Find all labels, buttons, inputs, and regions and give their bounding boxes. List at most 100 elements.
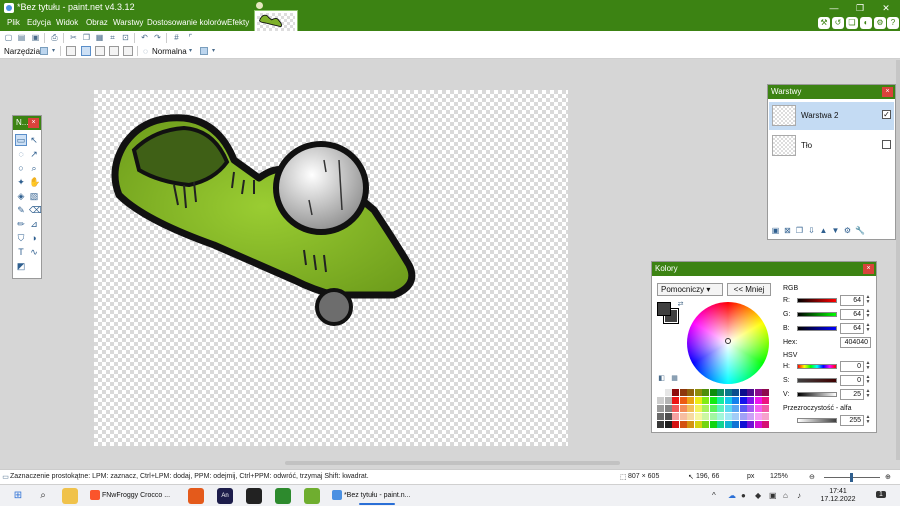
minimize-button[interactable]: —: [821, 0, 847, 16]
green-spinner[interactable]: ▲ ▼: [865, 309, 871, 320]
palette-swatch[interactable]: [694, 413, 702, 420]
chevron-down-icon[interactable]: ▾: [49, 47, 58, 56]
saturation-spinner[interactable]: ▲ ▼: [865, 375, 871, 386]
tray-app-icon[interactable]: ▣: [769, 491, 777, 500]
selection-mode-intersect[interactable]: [109, 46, 119, 56]
palette-swatch[interactable]: [739, 405, 747, 412]
palette-swatch[interactable]: [739, 421, 747, 428]
palette-swatch[interactable]: [672, 413, 679, 420]
palette-swatch[interactable]: [679, 397, 687, 404]
palette-swatch[interactable]: [679, 421, 687, 428]
move-selection-tool[interactable]: ↖: [29, 135, 39, 145]
system-clock[interactable]: 17:41 17.12.2022: [818, 488, 858, 504]
taskbar-brave[interactable]: FNwFroggy Crocco ...: [90, 487, 182, 505]
palette-swatch[interactable]: [709, 397, 717, 404]
open-file-icon[interactable]: ▤: [17, 33, 26, 42]
alpha-input[interactable]: 255: [840, 415, 864, 426]
hue-slider[interactable]: [797, 364, 837, 369]
close-icon[interactable]: ×: [28, 118, 39, 128]
quality-dropdown[interactable]: Normalna: [152, 47, 187, 56]
tools-window-header[interactable]: N... ×: [13, 116, 41, 130]
app-icon-green[interactable]: [275, 488, 291, 504]
palette-swatch[interactable]: [657, 421, 664, 428]
color-picker-tool[interactable]: ⊿: [29, 219, 39, 229]
palette-swatch[interactable]: [709, 405, 717, 412]
saturation-input[interactable]: 0: [840, 375, 864, 386]
palette-swatch[interactable]: [672, 389, 679, 396]
unit-dropdown[interactable]: px: [747, 473, 754, 480]
palette-swatch[interactable]: [732, 397, 739, 404]
tab-close-icon[interactable]: [256, 2, 263, 9]
network-icon[interactable]: ⌂: [783, 491, 788, 500]
alpha-slider[interactable]: [797, 418, 837, 423]
palette-swatch[interactable]: [754, 397, 762, 404]
rectangle-select-tool[interactable]: ▭: [15, 134, 27, 146]
selection-mode-union[interactable]: [81, 46, 91, 56]
help-icon[interactable]: ?: [887, 17, 899, 29]
palette-swatch[interactable]: [702, 421, 709, 428]
palette-swatch[interactable]: [762, 413, 769, 420]
search-icon[interactable]: ⌕: [35, 488, 51, 504]
palette-swatch[interactable]: [702, 389, 709, 396]
horizontal-scrollbar[interactable]: [285, 461, 620, 465]
primary-color-swatch[interactable]: [657, 302, 671, 316]
crop-icon[interactable]: ⌗: [108, 33, 117, 42]
palette-swatch[interactable]: [657, 405, 664, 412]
maximize-button[interactable]: ❐: [847, 0, 873, 16]
menu-image[interactable]: Obraz: [86, 18, 108, 27]
gradient-tool[interactable]: ▧: [29, 191, 39, 201]
tool-picker[interactable]: [40, 47, 48, 55]
history-toggle-icon[interactable]: ↺: [832, 17, 844, 29]
recolor-tool[interactable]: ◑: [29, 233, 39, 243]
delete-layer-icon[interactable]: ⊠: [783, 226, 792, 235]
palette-swatch[interactable]: [687, 413, 694, 420]
palette-swatch[interactable]: [687, 389, 694, 396]
file-explorer-icon[interactable]: [62, 488, 78, 504]
palette-swatch[interactable]: [657, 397, 664, 404]
print-icon[interactable]: ⎙: [50, 33, 59, 42]
cut-icon[interactable]: ✂: [69, 33, 78, 42]
palette-swatch[interactable]: [762, 389, 769, 396]
hue-input[interactable]: 0: [840, 361, 864, 372]
image-canvas[interactable]: [94, 90, 568, 446]
colors-toggle-icon[interactable]: ◐: [860, 17, 872, 29]
close-button[interactable]: ✕: [873, 0, 899, 16]
settings-icon[interactable]: ⚙: [874, 17, 886, 29]
red-slider[interactable]: [797, 298, 837, 303]
value-spinner[interactable]: ▲ ▼: [865, 389, 871, 400]
alpha-spinner[interactable]: ▲ ▼: [865, 415, 871, 426]
palette-swatch[interactable]: [664, 421, 672, 428]
notifications-badge[interactable]: 1: [876, 491, 886, 498]
close-icon[interactable]: ×: [882, 87, 893, 97]
palette-swatch[interactable]: [679, 413, 687, 420]
blue-spinner[interactable]: ▲ ▼: [865, 323, 871, 334]
palette-swatch[interactable]: [747, 397, 754, 404]
onedrive-icon[interactable]: ☁: [728, 491, 736, 500]
layers-window-header[interactable]: Warstwy ×: [768, 85, 895, 99]
menu-file[interactable]: Plik: [7, 18, 20, 27]
close-icon[interactable]: ×: [863, 264, 874, 274]
palette-swatch[interactable]: [747, 421, 754, 428]
selection-mode-invert[interactable]: [123, 46, 133, 56]
palette-swatch[interactable]: [694, 397, 702, 404]
menu-layers[interactable]: Warstwy: [113, 18, 143, 27]
duplicate-layer-icon[interactable]: ❐: [795, 226, 804, 235]
ruler-icon[interactable]: ⌜: [186, 33, 195, 42]
red-input[interactable]: 64: [840, 295, 864, 306]
palette-swatch[interactable]: [717, 421, 724, 428]
pencil-tool[interactable]: ✏: [16, 219, 26, 229]
menu-effects[interactable]: Efekty: [227, 18, 249, 27]
selection-mode-replace[interactable]: [66, 46, 76, 56]
tray-app-icon[interactable]: ●: [741, 491, 746, 500]
menu-adjustments[interactable]: Dostosowanie kolorów: [147, 18, 227, 27]
palette-swatch[interactable]: [709, 421, 717, 428]
vertical-scrollbar[interactable]: [896, 60, 900, 460]
palette-swatch[interactable]: [717, 397, 724, 404]
palette-swatch[interactable]: [679, 405, 687, 412]
palette-swatch[interactable]: [754, 413, 762, 420]
palette-swatch[interactable]: [664, 413, 672, 420]
volume-icon[interactable]: ♪: [797, 491, 801, 500]
taskbar-paint-net[interactable]: *Bez tytułu - paint.n...: [332, 487, 422, 505]
palette-swatch[interactable]: [747, 413, 754, 420]
palette-swatch[interactable]: [717, 413, 724, 420]
